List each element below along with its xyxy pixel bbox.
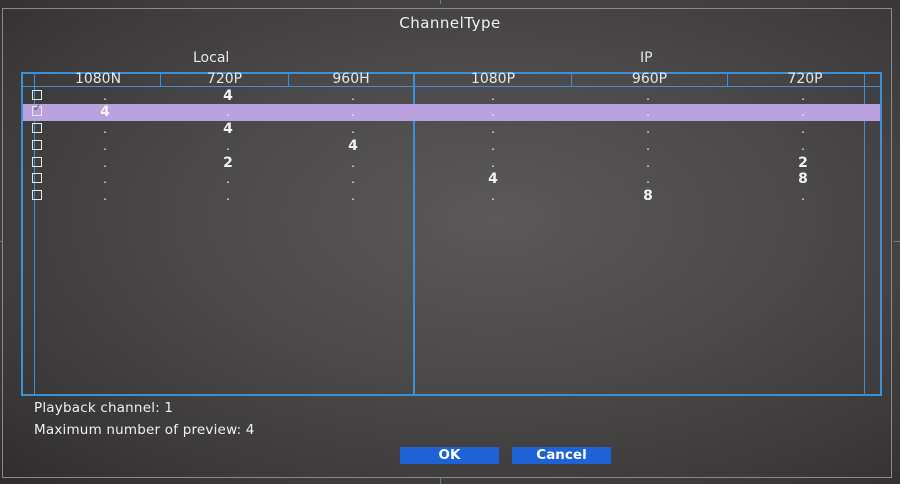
table-cell[interactable]: . (333, 88, 373, 104)
table-cell[interactable]: . (783, 188, 823, 204)
table-cell[interactable]: . (85, 88, 125, 104)
table-cell[interactable]: . (628, 121, 668, 137)
table-cell[interactable]: . (333, 121, 373, 137)
row-checkbox[interactable] (32, 140, 42, 150)
table-cell[interactable]: 4 (208, 121, 248, 137)
table-cell[interactable]: . (208, 188, 248, 204)
table-cell[interactable]: 4 (85, 104, 125, 120)
table-cell[interactable]: . (628, 104, 668, 120)
table-cell[interactable]: . (783, 121, 823, 137)
playback-channel-text: Playback channel: 1 (34, 400, 174, 416)
cancel-button[interactable]: Cancel (512, 447, 611, 464)
max-preview-text: Maximum number of preview: 4 (34, 422, 255, 438)
row-checkbox[interactable] (32, 90, 42, 100)
crosshair-bottom (440, 478, 441, 484)
table-cell[interactable]: . (473, 121, 513, 137)
table-cell[interactable]: 4 (208, 88, 248, 104)
column-header-local-1080n[interactable]: 1080N (36, 72, 160, 87)
table-cell[interactable]: . (85, 188, 125, 204)
table-cell[interactable]: . (333, 188, 373, 204)
table-cell[interactable]: . (208, 171, 248, 187)
table-cell[interactable]: . (473, 188, 513, 204)
row-checkbox[interactable] (32, 190, 42, 200)
table-cell[interactable]: . (85, 138, 125, 154)
table-cell[interactable]: . (85, 171, 125, 187)
table-cell[interactable]: . (628, 88, 668, 104)
table-cell[interactable]: . (473, 155, 513, 171)
table-cell[interactable]: . (473, 104, 513, 120)
row-checkbox[interactable] (32, 173, 42, 183)
group-label-local: Local (193, 50, 230, 66)
table-cell[interactable]: . (628, 171, 668, 187)
table-cell[interactable]: . (85, 121, 125, 137)
table-cell[interactable]: . (333, 104, 373, 120)
table-cell[interactable]: 4 (333, 138, 373, 154)
row-checkbox[interactable] (32, 157, 42, 167)
table-cell[interactable]: . (783, 138, 823, 154)
column-header-ip-1080p[interactable]: 1080P (415, 72, 571, 87)
table-cell[interactable]: 8 (783, 171, 823, 187)
ok-button[interactable]: OK (400, 447, 499, 464)
column-header-ip-720p[interactable]: 720P (728, 72, 882, 87)
table-cell[interactable]: 2 (783, 155, 823, 171)
table-cell[interactable]: . (85, 155, 125, 171)
table-cell[interactable]: . (783, 88, 823, 104)
table-cell[interactable]: 8 (628, 188, 668, 204)
table-cell[interactable]: . (628, 155, 668, 171)
table-cell[interactable]: . (333, 171, 373, 187)
row-checkbox[interactable] (32, 103, 42, 116)
group-label-ip: IP (640, 50, 653, 66)
crosshair-right (894, 241, 900, 242)
table-cell[interactable]: . (208, 138, 248, 154)
crosshair-left (0, 241, 3, 242)
column-header-local-720p[interactable]: 720P (161, 72, 288, 87)
selected-row-highlight (23, 104, 880, 121)
column-header-ip-960p[interactable]: 960P (572, 72, 727, 87)
table-cell[interactable]: . (208, 104, 248, 120)
crosshair-top (440, 0, 441, 4)
table-cell[interactable]: . (628, 138, 668, 154)
row-checkbox[interactable] (32, 123, 42, 133)
table-cell[interactable]: 4 (473, 171, 513, 187)
table-cell[interactable]: . (473, 88, 513, 104)
dialog-title: ChannelType (399, 14, 501, 32)
table-cell[interactable]: . (783, 104, 823, 120)
table-cell[interactable]: 2 (208, 155, 248, 171)
table-cell[interactable]: . (333, 155, 373, 171)
table-cell[interactable]: . (473, 138, 513, 154)
column-header-local-960h[interactable]: 960H (289, 72, 413, 87)
